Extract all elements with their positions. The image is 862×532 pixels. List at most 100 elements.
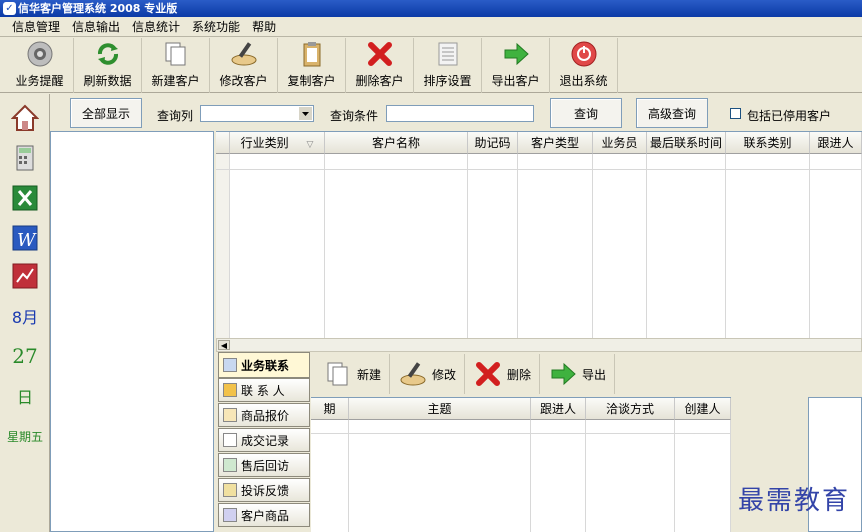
calculator-icon[interactable] — [11, 144, 39, 172]
export-customer-button[interactable]: 导出客户 — [482, 38, 550, 93]
customer-grid[interactable]: 行业类别 ▽ 客户名称 助记码 客户类型 业务员 最后联系时间 联系类别 跟进人 — [216, 131, 862, 338]
delete-icon — [473, 359, 503, 389]
refresh-data-button[interactable]: 刷新数据 — [74, 38, 142, 93]
column-header-follow-up[interactable]: 跟进人 — [810, 132, 862, 154]
quote-icon — [223, 408, 237, 422]
menu-info-management[interactable]: 信息管理 — [6, 17, 66, 36]
calendar-weekday: 星期五 — [6, 430, 43, 444]
grid-column — [325, 154, 468, 338]
filter-icon: ▽ — [306, 140, 314, 150]
table-row[interactable] — [311, 420, 731, 434]
export-arrow-icon — [548, 359, 578, 389]
detail-tabs: 业务联系 联 系 人 商品报价 成交记录 售后回访 投诉反馈 客户商品 — [216, 352, 311, 532]
query-condition-label: 查询条件 — [330, 109, 379, 123]
grid-column — [593, 154, 647, 338]
person-icon — [223, 358, 237, 372]
business-reminder-button[interactable]: 业务提醒 — [6, 38, 74, 93]
show-all-button[interactable]: 全部显示 — [70, 98, 142, 128]
grid-column — [647, 154, 726, 338]
svg-text:W: W — [17, 230, 37, 251]
clipboard-icon — [297, 40, 327, 68]
column-header-negotiation-method[interactable]: 洽谈方式 — [586, 398, 675, 420]
delete-customer-button[interactable]: 删除客户 — [346, 38, 414, 93]
deal-record-icon — [223, 433, 237, 447]
business-contact-grid[interactable]: 期 主题 跟进人 洽谈方式 创建人 — [311, 397, 731, 532]
grid-column — [726, 154, 810, 338]
column-header-customer-name[interactable]: 客户名称 — [325, 132, 468, 154]
tab-after-sales[interactable]: 售后回访 — [218, 453, 310, 477]
grid-column — [311, 420, 349, 532]
contact-person-icon — [223, 383, 237, 397]
word-icon[interactable]: W — [11, 224, 39, 252]
scroll-left-arrow-icon[interactable]: ◀ — [218, 340, 230, 350]
chevron-down-icon — [299, 107, 312, 120]
grid-column — [468, 154, 518, 338]
menu-bar: 信息管理 信息输出 信息统计 系统功能 帮助 — [0, 17, 862, 37]
new-document-icon — [323, 359, 353, 389]
refresh-icon — [93, 40, 123, 68]
refresh-data-label: 刷新数据 — [83, 74, 132, 88]
menu-help[interactable]: 帮助 — [246, 17, 282, 36]
sort-settings-button[interactable]: 排序设置 — [414, 38, 482, 93]
query-column-select[interactable] — [200, 105, 314, 122]
column-header-creator[interactable]: 创建人 — [675, 398, 731, 420]
complaint-icon — [223, 483, 237, 497]
copy-customer-button[interactable]: 复制客户 — [278, 38, 346, 93]
search-button[interactable]: 查询 — [550, 98, 622, 128]
menu-info-statistics[interactable]: 信息统计 — [126, 17, 186, 36]
column-header-subject[interactable]: 主题 — [349, 398, 531, 420]
left-sidebar: W 8月 27 日 星期五 — [0, 94, 50, 532]
column-header-last-contact[interactable]: 最后联系时间 — [647, 132, 726, 154]
column-header-date[interactable]: 期 — [311, 398, 349, 420]
detail-edit-button[interactable]: 修改 — [390, 354, 466, 394]
chart-icon[interactable] — [11, 262, 39, 290]
calendar-day-label: 日 — [16, 388, 33, 407]
grid-horizontal-scrollbar[interactable]: ◀ — [216, 338, 862, 352]
business-reminder-label: 业务提醒 — [15, 74, 64, 88]
after-sales-icon — [223, 458, 237, 472]
detail-new-button[interactable]: 新建 — [315, 354, 391, 394]
query-condition-input[interactable] — [386, 105, 534, 122]
column-header-follow-up-person[interactable]: 跟进人 — [531, 398, 586, 420]
speaker-icon — [25, 40, 55, 68]
tab-contacts[interactable]: 联 系 人 — [218, 378, 310, 402]
tab-complaints[interactable]: 投诉反馈 — [218, 478, 310, 502]
column-header-salesperson[interactable]: 业务员 — [593, 132, 647, 154]
include-disabled-checkbox[interactable] — [730, 108, 741, 119]
new-document-icon — [161, 40, 191, 68]
new-customer-button[interactable]: 新建客户 — [142, 38, 210, 93]
tab-quotes[interactable]: 商品报价 — [218, 403, 310, 427]
detail-delete-button[interactable]: 删除 — [465, 354, 541, 394]
detail-toolbar: 新建 修改 删除 导出 — [311, 354, 862, 396]
menu-info-output[interactable]: 信息输出 — [66, 17, 126, 36]
column-header-industry[interactable]: 行业类别 ▽ — [230, 132, 325, 154]
row-selector-column — [216, 154, 230, 338]
grid-column — [675, 420, 731, 532]
column-header-customer-type[interactable]: 客户类型 — [518, 132, 593, 154]
table-row[interactable] — [216, 154, 862, 170]
column-header-contact-type[interactable]: 联系类别 — [726, 132, 810, 154]
row-selector-header — [216, 132, 230, 154]
calendar-month: 8月 — [11, 308, 39, 327]
grid-column — [518, 154, 593, 338]
tab-business-contact[interactable]: 业务联系 — [218, 352, 310, 378]
edit-icon — [229, 40, 259, 68]
grid-column — [349, 420, 531, 532]
menu-system-functions[interactable]: 系统功能 — [186, 17, 246, 36]
tab-customer-products[interactable]: 客户商品 — [218, 503, 310, 527]
excel-icon[interactable] — [11, 184, 39, 212]
advanced-search-button[interactable]: 高级查询 — [636, 98, 708, 128]
include-disabled-label: 包括已停用客户 — [747, 109, 832, 123]
grid-column — [586, 420, 675, 532]
column-header-mnemonic[interactable]: 助记码 — [468, 132, 518, 154]
copy-customer-label: 复制客户 — [287, 74, 336, 88]
home-icon[interactable] — [11, 104, 39, 132]
product-icon — [223, 508, 237, 522]
detail-export-button[interactable]: 导出 — [540, 354, 616, 394]
edit-customer-button[interactable]: 修改客户 — [210, 38, 278, 93]
tab-deals[interactable]: 成交记录 — [218, 428, 310, 452]
exit-system-button[interactable]: 退出系统 — [550, 38, 618, 93]
edit-icon — [398, 359, 428, 389]
category-tree-pane[interactable] — [50, 131, 214, 532]
export-customer-label: 导出客户 — [491, 74, 540, 88]
